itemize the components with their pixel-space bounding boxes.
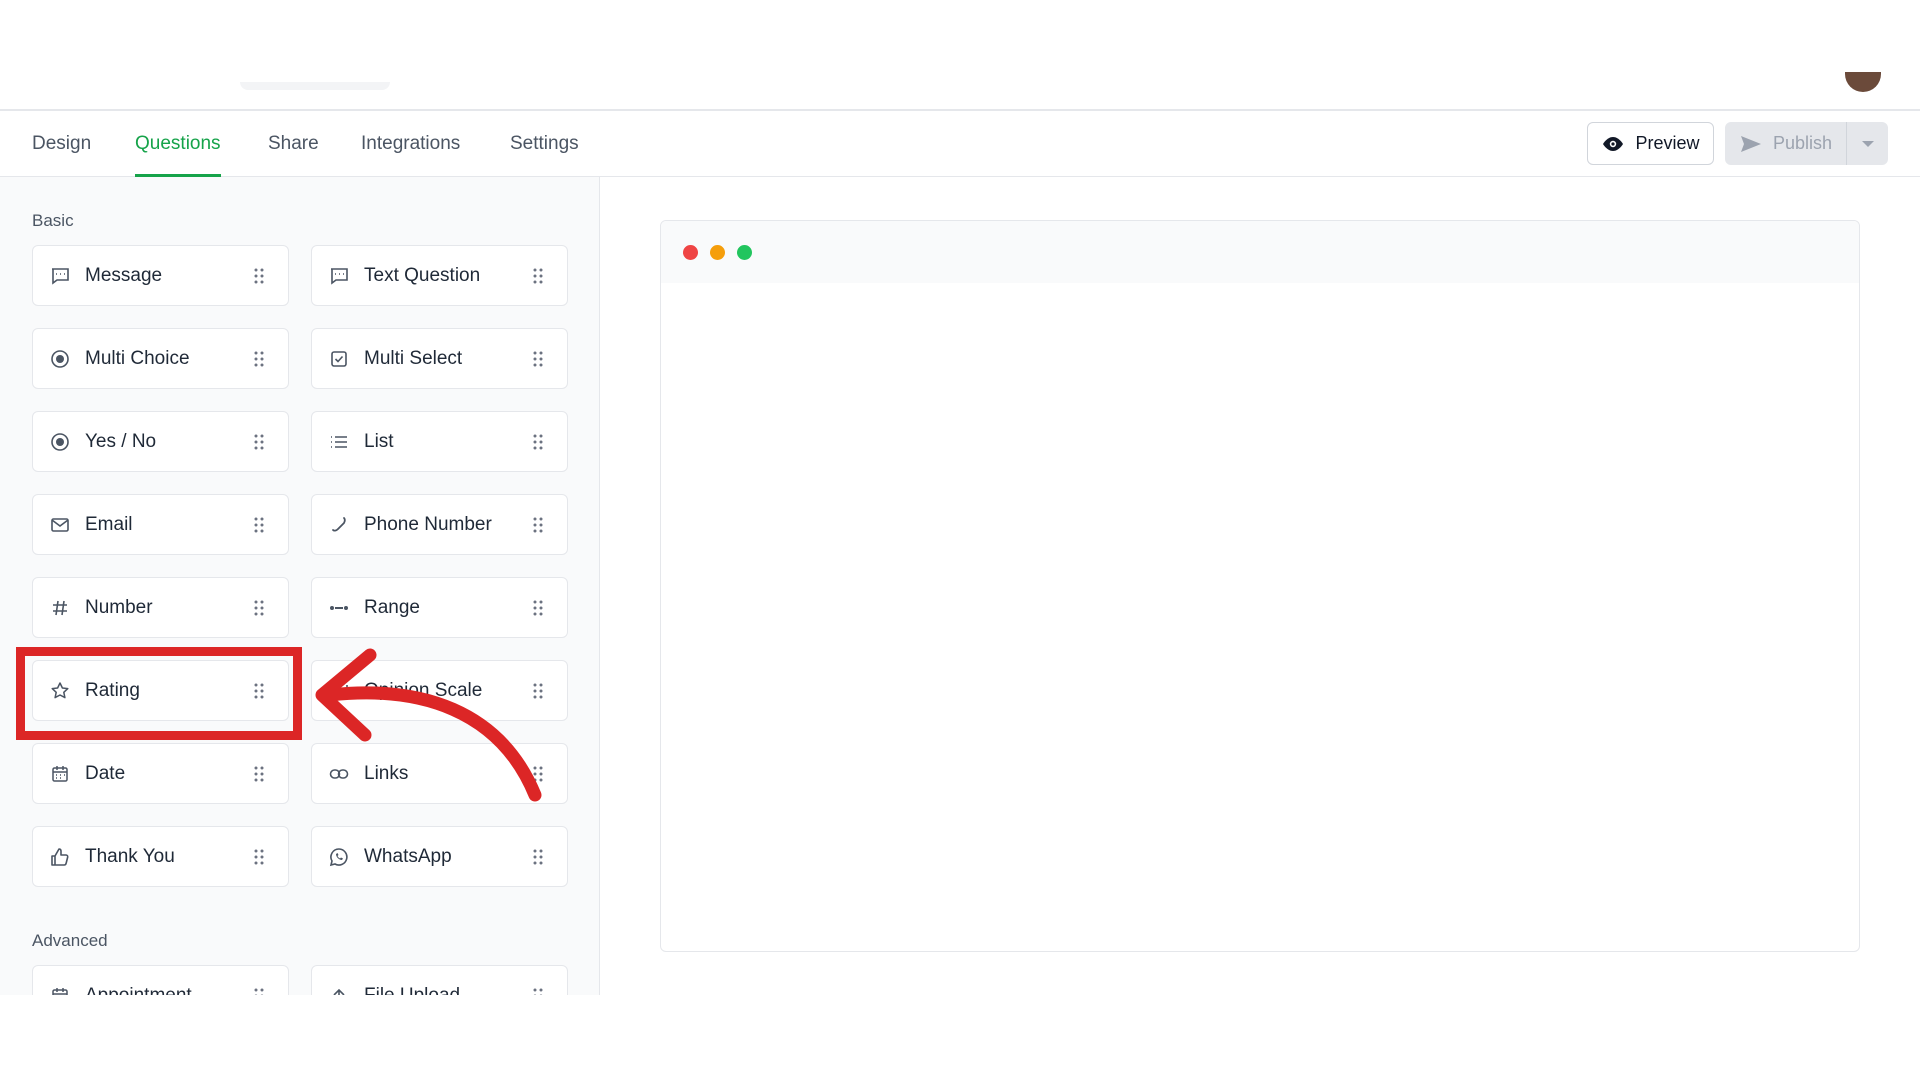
- thumbs-up-icon: [50, 847, 70, 867]
- section-label-advanced: Advanced: [32, 931, 108, 950]
- form-title-pill[interactable]: [240, 82, 390, 90]
- question-type-label: Date: [85, 762, 126, 784]
- list-icon: [329, 432, 349, 452]
- annotation-highlight-box: [16, 647, 302, 740]
- question-types-sidebar: Basic Message Text Question Multi Choice…: [0, 177, 600, 995]
- drag-handle-icon[interactable]: [252, 349, 266, 369]
- tab-share[interactable]: Share: [268, 111, 319, 177]
- drag-handle-icon[interactable]: [252, 598, 266, 618]
- send-icon: [1740, 135, 1761, 152]
- range-icon: [329, 598, 349, 618]
- preview-label: Preview: [1635, 133, 1700, 153]
- question-type-range[interactable]: Range: [311, 577, 568, 638]
- question-type-label: WhatsApp: [364, 845, 452, 867]
- window-dot-red: [683, 244, 698, 260]
- question-type-label: List: [364, 430, 394, 452]
- drag-handle-icon[interactable]: [252, 847, 266, 867]
- question-type-label: Appointment: [85, 984, 192, 996]
- question-type-label: Phone Number: [364, 513, 492, 535]
- question-type-label: Email: [85, 513, 133, 535]
- tab-settings[interactable]: Settings: [510, 111, 579, 177]
- phone-icon: [329, 515, 349, 535]
- drag-handle-icon[interactable]: [531, 986, 545, 995]
- drag-handle-icon[interactable]: [531, 349, 545, 369]
- annotation-arrow-icon: [315, 648, 542, 802]
- tab-integrations[interactable]: Integrations: [361, 111, 460, 177]
- drag-handle-icon[interactable]: [252, 266, 266, 286]
- form-preview-window: [660, 220, 1860, 952]
- question-type-label: File Upload: [364, 984, 461, 996]
- question-type-label: Number: [85, 596, 153, 618]
- calendar-icon: [50, 764, 70, 784]
- drag-handle-icon[interactable]: [252, 764, 266, 784]
- eye-icon: [1603, 136, 1624, 151]
- question-type-label: Message: [85, 264, 163, 286]
- publish-button[interactable]: Publish: [1725, 122, 1888, 165]
- publish-options-dropdown[interactable]: [1846, 122, 1888, 165]
- window-title-bar: [661, 221, 1859, 283]
- question-type-list[interactable]: List: [311, 411, 568, 472]
- checkbox-icon: [329, 349, 349, 369]
- question-type-thank-you[interactable]: Thank You: [32, 826, 289, 887]
- top-bar: [0, 0, 1920, 111]
- radio-icon: [50, 349, 70, 369]
- question-type-email[interactable]: Email: [32, 494, 289, 555]
- question-type-label: Multi Select: [364, 347, 463, 369]
- calendar-icon: [50, 986, 70, 995]
- question-type-label: Text Question: [364, 264, 481, 286]
- question-type-multi-choice[interactable]: Multi Choice: [32, 328, 289, 389]
- question-type-phone-number[interactable]: Phone Number: [311, 494, 568, 555]
- window-dot-yellow: [710, 244, 725, 260]
- drag-handle-icon[interactable]: [531, 598, 545, 618]
- page-bottom-area: [0, 995, 1920, 1080]
- drag-handle-icon[interactable]: [252, 515, 266, 535]
- hash-icon: [50, 598, 70, 618]
- publish-label: Publish: [1772, 133, 1833, 153]
- window-dot-green: [737, 244, 752, 260]
- question-type-label: Multi Choice: [85, 347, 190, 369]
- drag-handle-icon[interactable]: [531, 432, 545, 452]
- question-type-label: Thank You: [85, 845, 175, 867]
- tab-questions[interactable]: Questions: [135, 111, 221, 177]
- question-type-label: Yes / No: [85, 430, 157, 452]
- whatsapp-icon: [329, 847, 349, 867]
- question-type-multi-select[interactable]: Multi Select: [311, 328, 568, 389]
- radio-icon: [50, 432, 70, 452]
- message-icon: [329, 266, 349, 286]
- question-type-whatsapp[interactable]: WhatsApp: [311, 826, 568, 887]
- question-type-label: Range: [364, 596, 420, 618]
- question-type-appointment[interactable]: Appointment: [32, 965, 289, 995]
- mail-icon: [50, 515, 70, 535]
- question-type-text-question[interactable]: Text Question: [311, 245, 568, 306]
- avatar[interactable]: [1845, 72, 1881, 92]
- drag-handle-icon[interactable]: [252, 986, 266, 995]
- tab-design[interactable]: Design: [32, 111, 91, 177]
- question-type-yes-no[interactable]: Yes / No: [32, 411, 289, 472]
- question-type-date[interactable]: Date: [32, 743, 289, 804]
- drag-handle-icon[interactable]: [252, 432, 266, 452]
- drag-handle-icon[interactable]: [531, 847, 545, 867]
- upload-icon: [329, 986, 349, 995]
- section-label-basic: Basic: [32, 211, 74, 230]
- question-type-message[interactable]: Message: [32, 245, 289, 306]
- chevron-down-icon: [1861, 140, 1874, 147]
- preview-button[interactable]: Preview: [1587, 122, 1714, 165]
- question-type-file-upload[interactable]: File Upload: [311, 965, 568, 995]
- drag-handle-icon[interactable]: [531, 515, 545, 535]
- message-icon: [50, 266, 70, 286]
- drag-handle-icon[interactable]: [531, 266, 545, 286]
- question-type-number[interactable]: Number: [32, 577, 289, 638]
